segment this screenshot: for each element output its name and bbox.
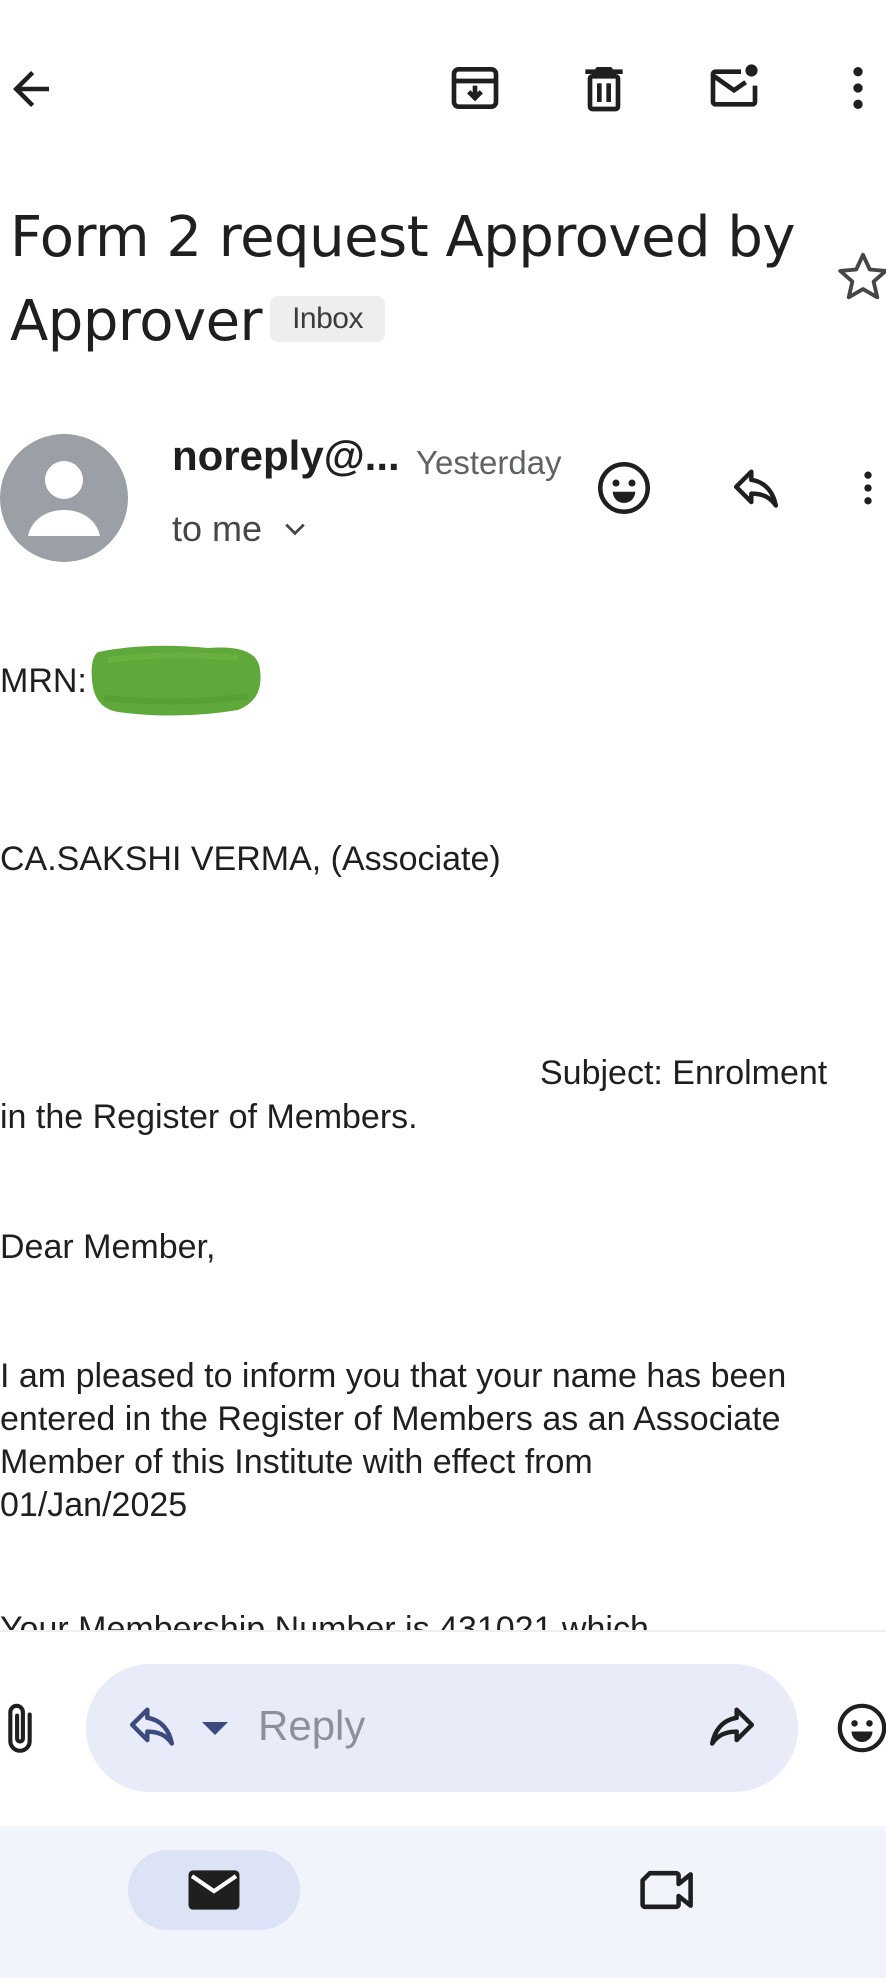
- body-clip: Your Membership Number is 431021 which: [0, 1596, 886, 1630]
- paragraph-line: entered in the Register of Members as an…: [0, 1400, 781, 1438]
- chevron-down-icon: [280, 514, 310, 544]
- forward-icon[interactable]: [704, 1698, 760, 1754]
- back-arrow-icon[interactable]: [4, 62, 58, 116]
- more-options-icon[interactable]: [830, 60, 886, 116]
- paragraph-line: 01/Jan/2025: [0, 1486, 188, 1524]
- caret-down-icon[interactable]: [198, 1716, 232, 1740]
- paragraph-line: I am pleased to inform you that your nam…: [0, 1357, 787, 1395]
- recipient-name-line: CA.SAKSHI VERMA, (Associate): [0, 840, 501, 878]
- body-subject-line-2: in the Register of Members.: [0, 1098, 418, 1136]
- body-cutoff-line: Your Membership Number is 431021 which: [0, 1610, 649, 1630]
- meet-video-icon[interactable]: [640, 1866, 698, 1914]
- add-reaction-icon[interactable]: [594, 458, 654, 518]
- body-paragraph: I am pleased to inform you that your nam…: [0, 1355, 786, 1527]
- body-subject-line-1: Subject: Enrolment: [540, 1054, 828, 1092]
- greeting: Dear Member,: [0, 1228, 216, 1266]
- reply-icon[interactable]: [726, 460, 786, 516]
- reply-placeholder[interactable]: Reply: [258, 1702, 365, 1750]
- sender-avatar[interactable]: [0, 434, 128, 562]
- mail-icon[interactable]: [186, 1868, 242, 1912]
- email-timestamp: Yesterday: [416, 444, 562, 481]
- paragraph-line: Member of this Institute with effect fro…: [0, 1443, 593, 1481]
- email-subject-heading: Form 2 request Approved by Approver Inbox: [10, 196, 810, 364]
- mark-unread-icon[interactable]: [706, 60, 762, 116]
- divider: [0, 1630, 886, 1632]
- archive-icon[interactable]: [447, 60, 503, 116]
- recipient-toggle[interactable]: to me: [172, 508, 310, 550]
- inbox-label-chip[interactable]: Inbox: [270, 295, 385, 342]
- sender-name[interactable]: noreply@...: [172, 432, 400, 480]
- attach-icon[interactable]: [0, 1700, 40, 1758]
- star-icon[interactable]: [834, 248, 886, 306]
- email-subject: Form 2 request Approved by Approver: [10, 205, 796, 354]
- emoji-icon[interactable]: [834, 1700, 886, 1756]
- redaction-mark: [88, 640, 264, 718]
- mrn-label: MRN:: [0, 662, 87, 700]
- message-more-icon[interactable]: [846, 460, 886, 516]
- recipient-label: to me: [172, 508, 263, 549]
- delete-icon[interactable]: [576, 60, 632, 116]
- reply-compose-bar[interactable]: [86, 1664, 798, 1792]
- reply-type-icon[interactable]: [124, 1698, 180, 1754]
